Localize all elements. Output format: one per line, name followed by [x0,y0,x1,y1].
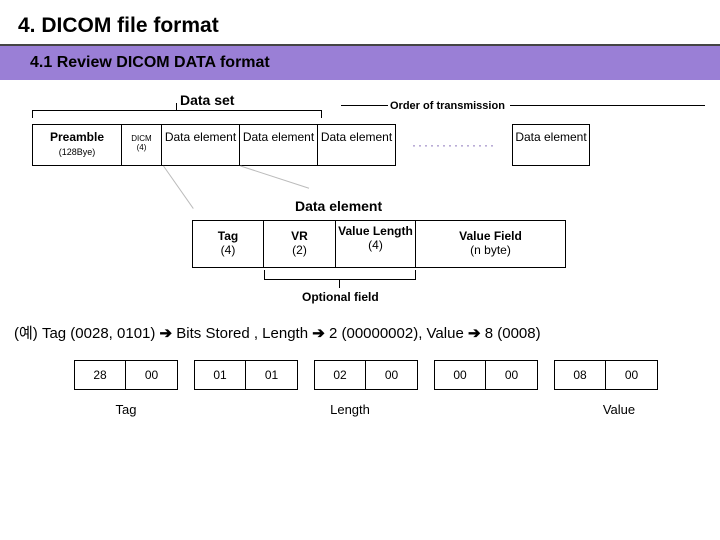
preamble-sub: (128Bye) [59,147,96,157]
dataset-bracket-tick [176,103,177,110]
optional-label: Optional field [302,290,379,304]
expand-line-left [163,166,194,209]
vf-label: Value Field [459,229,522,243]
example-mid1: Bits Stored , Length [176,325,308,342]
byte-gap [538,360,554,390]
page-title: 4. DICOM file format [18,14,702,38]
diagram-content: Data set Order of transmission Preamble … [0,80,720,104]
bytes-label-length: Length [298,402,402,417]
optional-bracket-tick [339,280,340,288]
title-area: 4. DICOM file format [0,0,720,46]
vl-box: Value Length (4) [336,220,416,268]
arrow-icon: ➔ [312,325,325,342]
tag-sub: (4) [221,243,236,257]
bytes-label-value: Value [574,402,664,417]
bytes-label-gap [178,402,298,417]
bytes-label-tag: Tag [74,402,178,417]
order-line-right [510,105,705,106]
byte-cell: 01 [194,360,246,390]
bytes-row: 28 00 01 01 02 00 00 00 08 00 [74,360,658,390]
data-element-box: Data element [512,124,590,166]
data-element-box: Data element [162,124,240,166]
preamble-label: Preamble [50,130,104,144]
preamble-box: Preamble (128Bye) [32,124,122,166]
dicm-sub: (4) [137,143,147,152]
order-line-left [341,105,388,106]
byte-gap [418,360,434,390]
tag-box: Tag (4) [192,220,264,268]
byte-cell: 00 [366,360,418,390]
example-prefix: (예) Tag (0028, 0101) [14,325,155,342]
example-line: (예) Tag (0028, 0101) ➔ Bits Stored , Len… [14,322,541,343]
order-label: Order of transmission [390,100,505,112]
tag-label: Tag [218,229,238,243]
subtitle-bar: 4.1 Review DICOM DATA format [0,46,720,80]
byte-cell: 00 [486,360,538,390]
vr-box: VR (2) [264,220,336,268]
arrow-icon: ➔ [160,325,173,342]
optional-bracket [264,270,416,280]
vl-sub: (4) [368,238,383,252]
vr-label: VR [291,229,308,243]
data-element-row: Tag (4) VR (2) Value Length (4) Value Fi… [192,220,566,268]
byte-cell: 00 [126,360,178,390]
vf-box: Value Field (n byte) [416,220,566,268]
byte-cell: 00 [434,360,486,390]
byte-cell: 02 [314,360,366,390]
dataset-label: Data set [180,92,234,108]
data-element-box: Data element [240,124,318,166]
expand-line-right [240,166,309,189]
dicm-box: DICM (4) [122,124,162,166]
vr-sub: (2) [292,243,307,257]
byte-cell: 00 [606,360,658,390]
example-mid2: 2 (00000002), Value [329,325,468,342]
arrow-icon: ➔ [468,325,481,342]
byte-gap [178,360,194,390]
byte-gap [298,360,314,390]
vf-sub: (n byte) [470,243,511,257]
data-element-title: Data element [295,198,382,214]
byte-cell: 08 [554,360,606,390]
example-end: 8 (0008) [485,325,541,342]
vl-label: Value Length [338,224,413,238]
bytes-label-gap [402,402,574,417]
dataset-bracket [32,110,322,118]
ellipsis-cell: ·············· [396,124,512,166]
dataset-row: Preamble (128Bye) DICM (4) Data element … [32,124,590,166]
data-element-box: Data element [318,124,396,166]
bytes-labels: Tag Length Value [74,402,664,417]
byte-cell: 28 [74,360,126,390]
dicm-label: DICM [131,134,151,143]
byte-cell: 01 [246,360,298,390]
